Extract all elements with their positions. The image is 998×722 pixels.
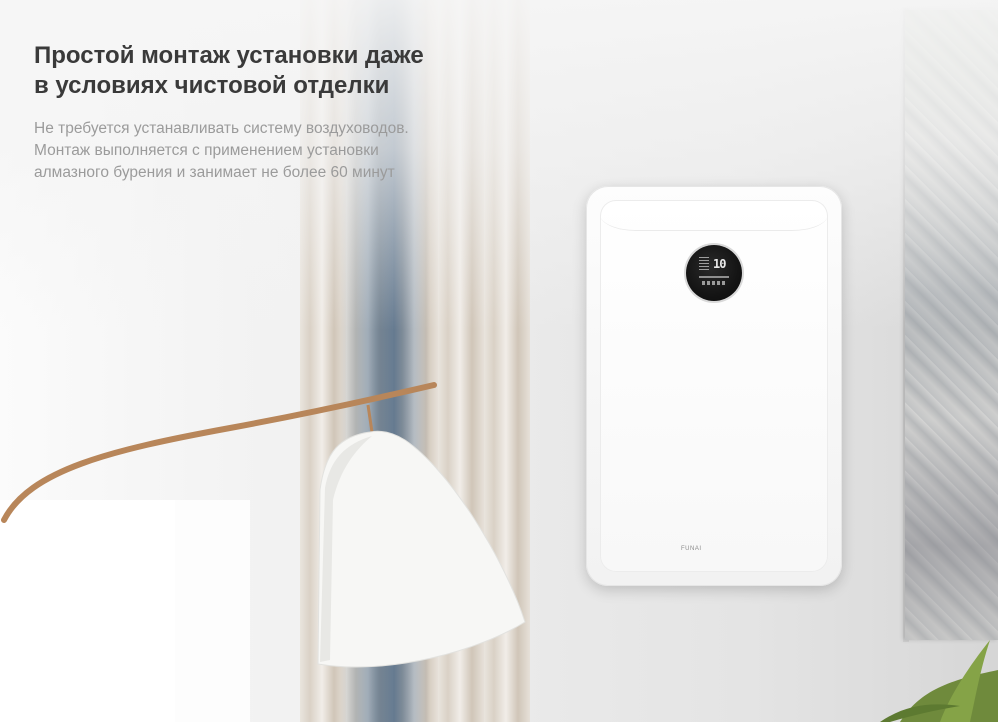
unit-top-ridge xyxy=(600,200,828,231)
display-bar xyxy=(699,276,729,278)
headline: Простой монтаж установки даже в условиях… xyxy=(34,41,494,101)
headline-line-1: Простой монтаж установки даже xyxy=(34,42,424,69)
display-indicator-icon xyxy=(699,257,709,271)
unit-display: 10 xyxy=(686,245,742,301)
description-line-1: Не требуется устанавливать систему возду… xyxy=(34,120,409,137)
installation-banner: 10 FUNAI Простой монтаж установки даже в… xyxy=(0,0,998,722)
display-mode-icons xyxy=(702,281,726,285)
description: Не требуется устанавливать систему возду… xyxy=(34,118,514,184)
window-light-edge xyxy=(0,500,175,722)
headline-line-2: в условиях чистовой отделки xyxy=(34,72,390,99)
brand-logo: FUNAI xyxy=(681,546,702,552)
description-line-3: алмазного бурения и занимает не более 60… xyxy=(34,164,395,181)
description-line-2: Монтаж выполняется с применением установ… xyxy=(34,142,379,159)
plant-leaves xyxy=(880,640,998,722)
display-value: 10 xyxy=(713,257,726,271)
